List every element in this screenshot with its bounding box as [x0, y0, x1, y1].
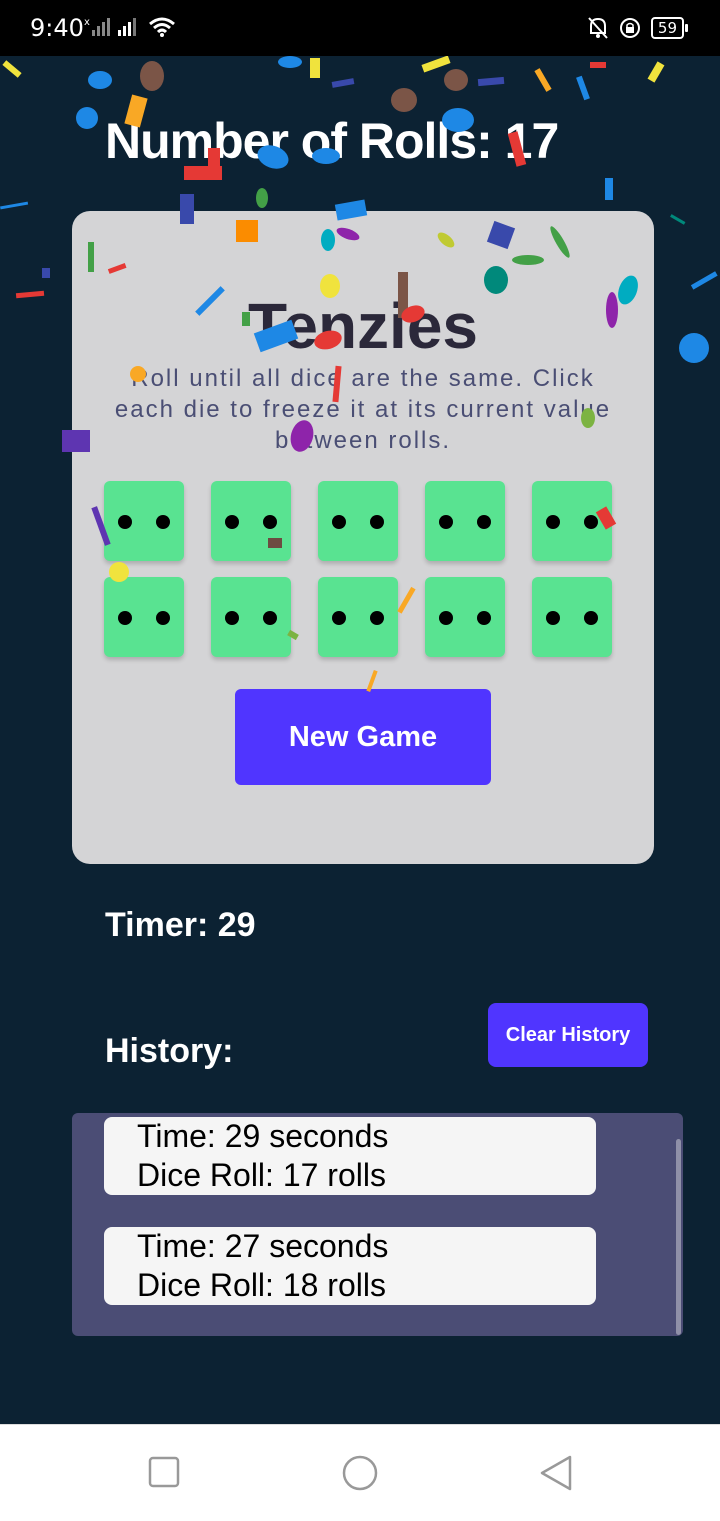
pip [477, 515, 491, 529]
pip [477, 611, 491, 625]
history-entry-rolls: Dice Roll: 18 rolls [137, 1267, 386, 1303]
history-entry-rolls: Dice Roll: 17 rolls [137, 1157, 386, 1193]
die-6[interactable] [104, 577, 184, 657]
clear-history-button[interactable]: Clear History [488, 1003, 648, 1067]
history-entry: Time: 29 seconds Dice Roll: 17 rolls [104, 1117, 596, 1195]
timer: Timer: 29 [105, 906, 256, 944]
die-5[interactable] [532, 481, 612, 561]
home-icon[interactable] [341, 1455, 379, 1491]
svg-text:x: x [84, 17, 90, 28]
die-2[interactable] [211, 481, 291, 561]
battery-indicator: 59 [650, 17, 689, 39]
pip [263, 515, 277, 529]
pip [118, 515, 132, 529]
status-icons-right: 59 [587, 16, 690, 40]
status-icons-left: x [84, 16, 176, 38]
history-list[interactable]: Time: 29 seconds Dice Roll: 17 rolls Tim… [72, 1113, 683, 1336]
history-entry: Time: 27 seconds Dice Roll: 18 rolls [104, 1227, 596, 1305]
back-icon[interactable] [538, 1455, 574, 1491]
navigation-bar [0, 1424, 720, 1521]
pip [439, 611, 453, 625]
rolls-counter: Number of Rolls: 17 [105, 113, 559, 169]
pip [439, 515, 453, 529]
signal-icon [118, 18, 136, 36]
pip [156, 515, 170, 529]
pip [546, 515, 560, 529]
pip [370, 611, 384, 625]
pip [225, 611, 239, 625]
pip [263, 611, 277, 625]
game-title: Tenzies [248, 290, 478, 362]
history-label: History: [105, 1032, 234, 1070]
game-description: Roll until all dice are the same. Click … [114, 365, 612, 454]
status-time: 9:40 [30, 14, 84, 42]
pip [118, 611, 132, 625]
pip [370, 515, 384, 529]
dice-grid [104, 481, 612, 657]
die-10[interactable] [532, 577, 612, 657]
die-8[interactable] [318, 577, 398, 657]
die-4[interactable] [425, 481, 505, 561]
pip [332, 515, 346, 529]
pip [584, 515, 598, 529]
pip [332, 611, 346, 625]
history-entry-time: Time: 27 seconds [137, 1228, 389, 1264]
lock-rotation-icon [619, 18, 640, 38]
pip [584, 611, 598, 625]
history-scrollbar[interactable] [676, 1139, 681, 1335]
new-game-button[interactable]: New Game [235, 689, 491, 785]
history-entry-time: Time: 29 seconds [137, 1118, 389, 1154]
pip [156, 611, 170, 625]
signal-x-icon: x [84, 17, 110, 36]
wifi-icon [149, 17, 175, 37]
status-bar: 9:40 x 59 [0, 0, 720, 56]
die-1[interactable] [104, 481, 184, 561]
pip [546, 611, 560, 625]
die-9[interactable] [425, 577, 505, 657]
bell-off-icon [588, 17, 608, 39]
die-7[interactable] [211, 577, 291, 657]
game-card: Tenzies Roll until all dice are the same… [72, 211, 654, 864]
recent-apps-icon[interactable] [148, 1455, 180, 1489]
die-3[interactable] [318, 481, 398, 561]
pip [225, 515, 239, 529]
